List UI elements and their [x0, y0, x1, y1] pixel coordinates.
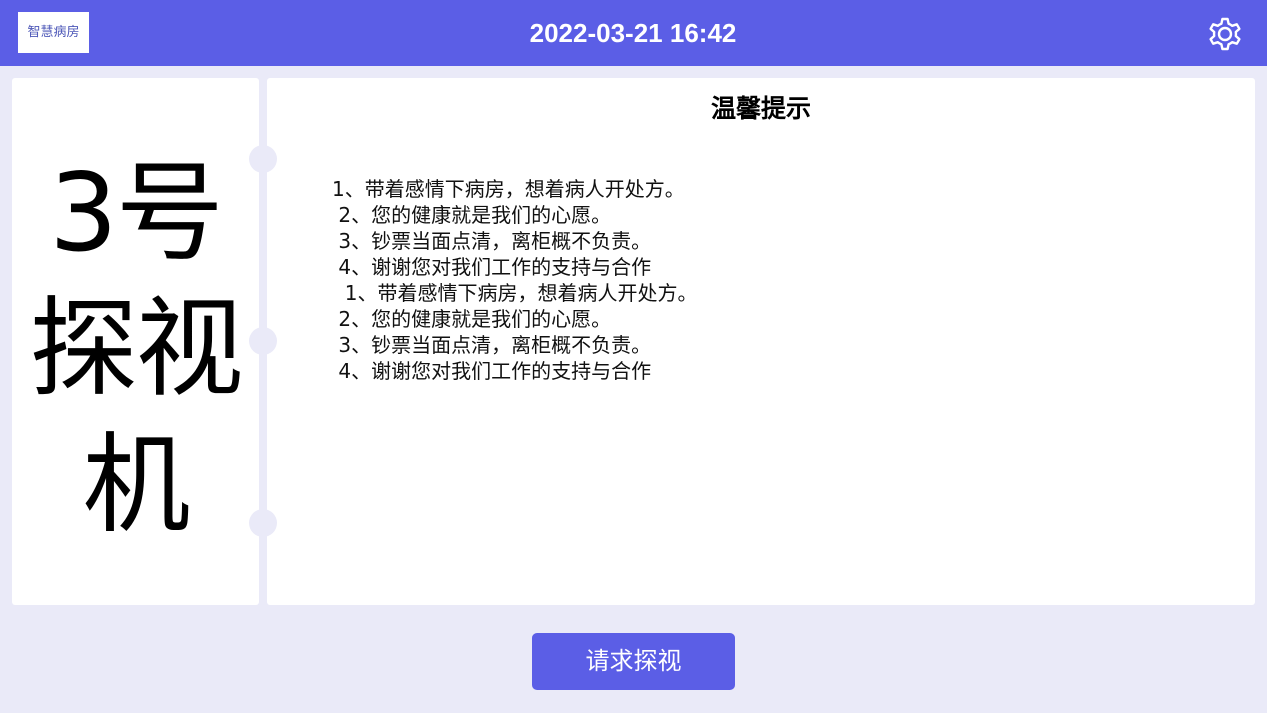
tip-item: 4、谢谢您对我们工作的支持与合作 — [332, 359, 652, 383]
room-card: 3号 探视 机 — [12, 78, 259, 605]
room-title-line: 机 — [82, 423, 190, 548]
divider-notch — [249, 145, 277, 173]
tips-card: 温馨提示 1、带着感情下病房，想着病人开处方。 2、您的健康就是我们的心愿。 3… — [267, 78, 1255, 605]
tips-title: 温馨提示 — [710, 94, 811, 123]
tip-item: 4、谢谢您对我们工作的支持与合作 — [332, 255, 652, 279]
room-title-line: 探视 — [29, 287, 243, 412]
tip-item: 1、带着感情下病房，想着病人开处方。 — [332, 281, 698, 305]
tip-item: 2、您的健康就是我们的心愿。 — [332, 307, 612, 331]
gear-icon — [1209, 17, 1241, 51]
datetime-display: 2022-03-21 16:42 — [529, 18, 737, 48]
settings-button[interactable] — [1204, 13, 1246, 55]
tips-list: 1、带着感情下病房，想着病人开处方。 2、您的健康就是我们的心愿。 3、钞票当面… — [332, 176, 697, 384]
room-title-line: 3号 — [49, 151, 224, 276]
app-logo: 智慧病房 — [18, 12, 89, 53]
tip-item: 3、钞票当面点清，离柜概不负责。 — [332, 333, 652, 357]
top-bar: 智慧病房 2022-03-21 16:42 — [0, 0, 1267, 66]
tip-item: 1、带着感情下病房，想着病人开处方。 — [332, 177, 685, 201]
divider-notch — [249, 509, 277, 537]
divider-notch — [249, 327, 277, 355]
room-title: 3号 探视 机 — [12, 146, 259, 554]
tip-item: 3、钞票当面点清，离柜概不负责。 — [332, 229, 652, 253]
request-visit-button[interactable]: 请求探视 — [532, 633, 735, 690]
tip-item: 2、您的健康就是我们的心愿。 — [332, 203, 612, 227]
